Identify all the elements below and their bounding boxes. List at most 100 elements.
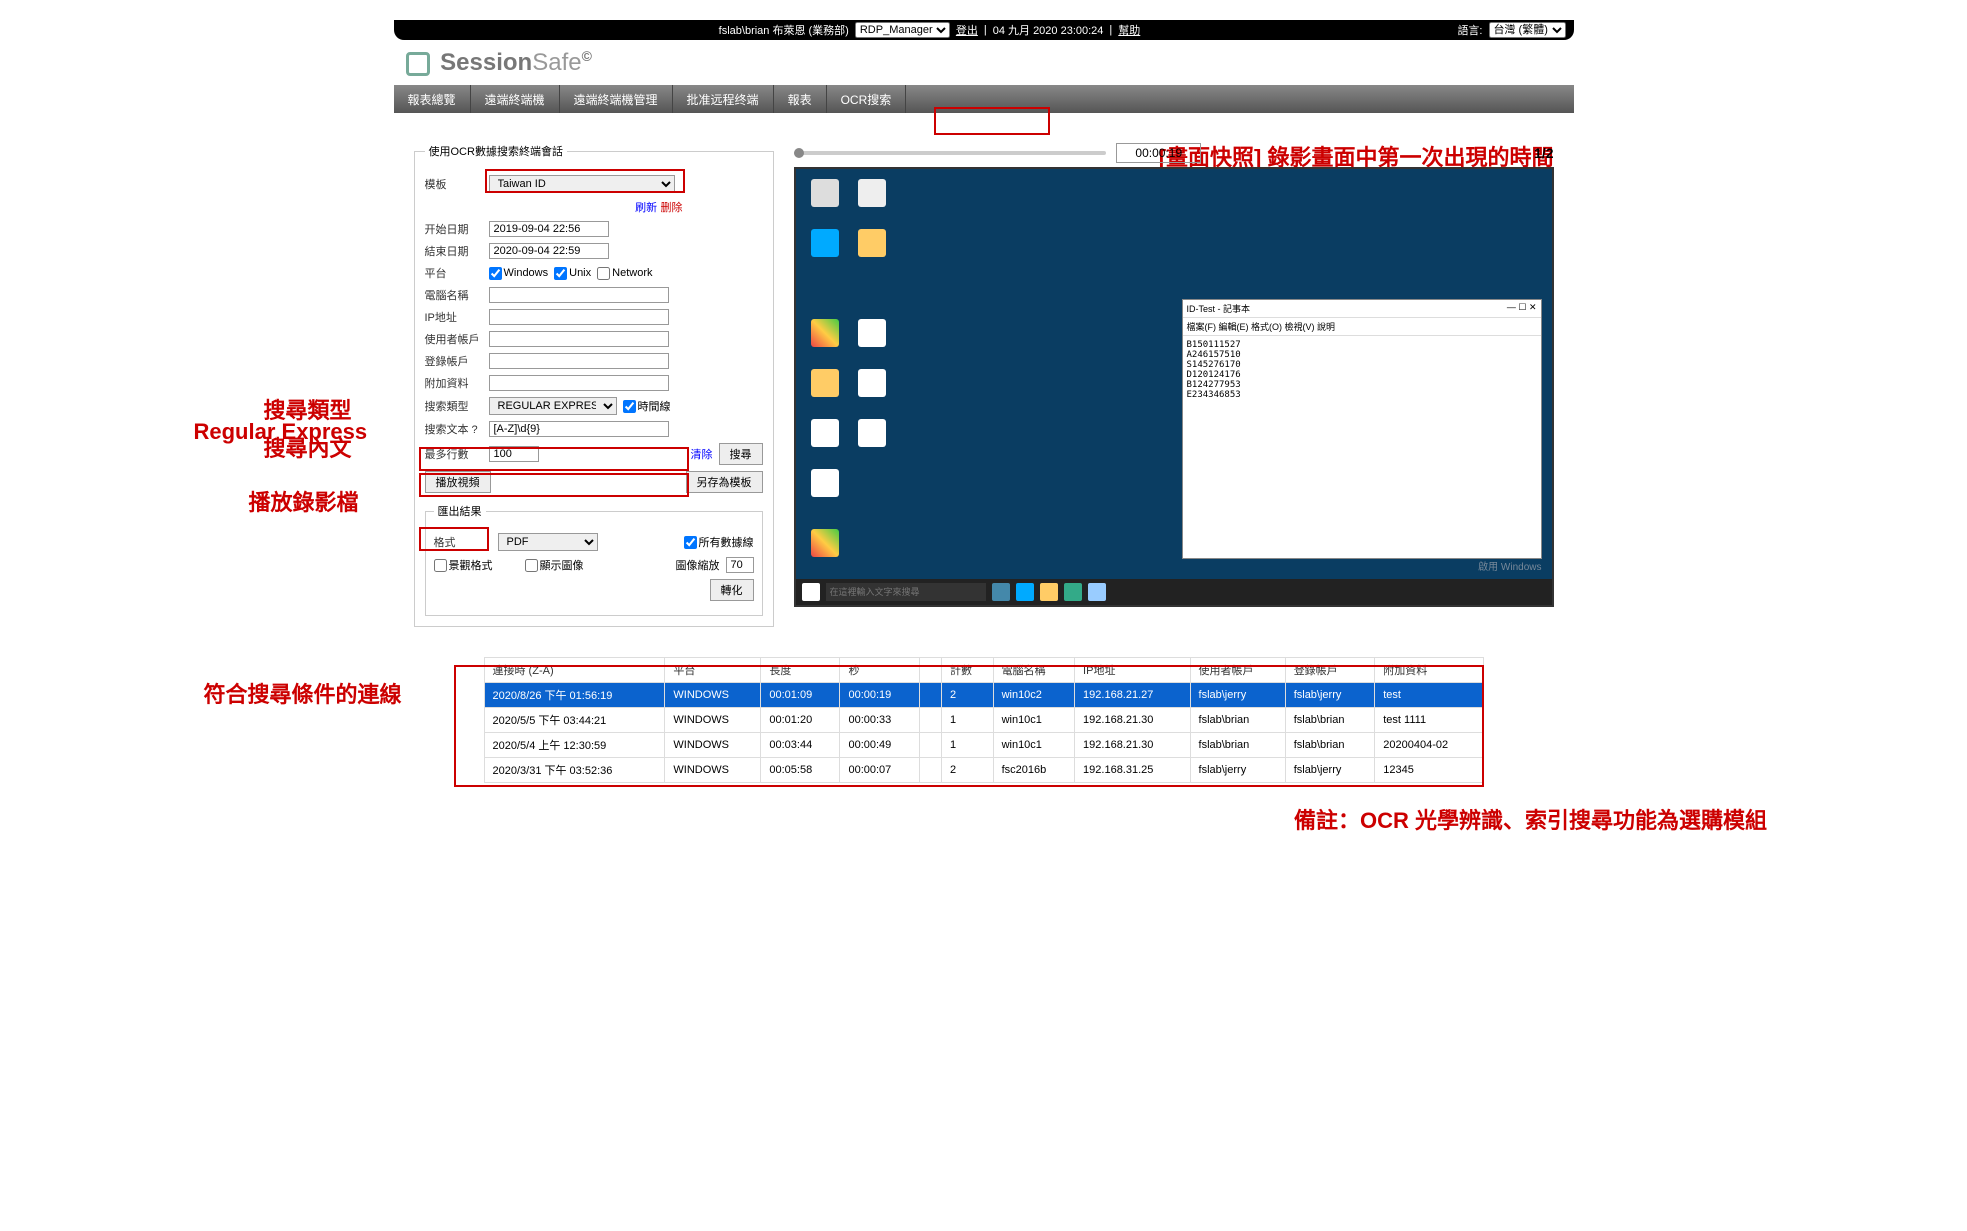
table-row[interactable]: 2020/3/31 下午 03:52:36WINDOWS00:05:5800:0… (484, 758, 1483, 783)
imgscale-label: 圖像縮放 (676, 557, 720, 573)
table-cell: win10c1 (993, 708, 1074, 733)
recyclebin-icon (811, 179, 839, 207)
login-label: 登錄帳戶 (425, 353, 483, 369)
export-panel: 匯出結果 格式 PDF 所有數據線 景觀格式 顯示圖像 圖像縮放 轉化 (425, 503, 763, 616)
delete-link[interactable]: 删除 (661, 202, 683, 214)
imgscale-input[interactable] (726, 557, 754, 573)
taskview-icon[interactable] (992, 583, 1010, 601)
chrome2-icon (811, 529, 839, 557)
slider-thumb[interactable] (794, 148, 804, 158)
text3-icon (811, 419, 839, 447)
table-cell: 00:00:49 (840, 733, 919, 758)
user-identity: fslab\brian 布萊恩 (業務部) (719, 22, 849, 38)
explorer-task-icon[interactable] (1040, 583, 1058, 601)
menu-terminal-mgmt[interactable]: 遠端終端機管理 (560, 85, 673, 113)
table-cell: fslab\jerry (1190, 683, 1285, 708)
notepad-task-icon[interactable] (1088, 583, 1106, 601)
format-label: 格式 (434, 534, 492, 550)
end-date-input[interactable] (489, 243, 609, 259)
attach-input[interactable] (489, 375, 669, 391)
menubar: 報表總覽 遠端終端機 遠端終端機管理 批准远程终端 報表 OCR搜索 (394, 85, 1574, 113)
clear-link[interactable]: 清除 (691, 446, 713, 462)
play-video-button[interactable]: 播放視頻 (425, 471, 491, 493)
timeline-slider[interactable] (794, 151, 1107, 155)
menu-approve[interactable]: 批准远程终端 (673, 85, 774, 113)
logout-link[interactable]: 登出 (956, 22, 978, 38)
start-icon[interactable] (802, 583, 820, 601)
showimg-chk[interactable] (525, 559, 538, 572)
annotation-searchtext: 搜尋內文 (264, 431, 352, 463)
th-attach[interactable]: 附加資料 (1375, 658, 1483, 683)
th-conntime[interactable]: 連接時 (Z-A) (484, 658, 665, 683)
menu-report[interactable]: 報表 (774, 85, 827, 113)
th-count[interactable]: 計數 (942, 658, 994, 683)
taskbar-search[interactable] (826, 583, 986, 601)
table-cell: 20200404-02 (1375, 733, 1483, 758)
table-cell: 12345 (1375, 758, 1483, 783)
platform-unix-chk[interactable] (554, 267, 567, 280)
table-cell: fslab\jerry (1285, 683, 1375, 708)
video-panel: 00:00:19 1/2 ID-Test (794, 143, 1554, 627)
watermark: 啟用 Windows (1478, 558, 1541, 573)
store-task-icon[interactable] (1064, 583, 1082, 601)
th-login[interactable]: 登錄帳戶 (1285, 658, 1375, 683)
logo-row: SessionSafe© (394, 40, 1574, 85)
edge-task-icon[interactable] (1016, 583, 1034, 601)
table-cell: WINDOWS (665, 683, 761, 708)
th-computer[interactable]: 電腦名稱 (993, 658, 1074, 683)
th-user[interactable]: 使用者帳戶 (1190, 658, 1285, 683)
table-cell: 00:01:20 (761, 708, 840, 733)
start-date-input[interactable] (489, 221, 609, 237)
timestamp: 00:00:19 (1116, 143, 1201, 163)
template-select[interactable]: Taiwan ID (489, 175, 675, 193)
search-button[interactable]: 搜尋 (719, 443, 763, 465)
table-cell: fslab\jerry (1190, 758, 1285, 783)
allsessions-chk[interactable] (684, 536, 697, 549)
computer-input[interactable] (489, 287, 669, 303)
table-row[interactable]: 2020/8/26 下午 01:56:19WINDOWS00:01:0900:0… (484, 683, 1483, 708)
menu-terminal[interactable]: 遠端終端機 (471, 85, 560, 113)
table-cell (919, 708, 941, 733)
th-platform[interactable]: 平台 (665, 658, 761, 683)
platform-windows-chk[interactable] (489, 267, 502, 280)
user-input[interactable] (489, 331, 669, 347)
file-icon (858, 179, 886, 207)
platform-label: 平台 (425, 265, 483, 281)
table-row[interactable]: 2020/5/4 上午 12:30:59WINDOWS00:03:4400:00… (484, 733, 1483, 758)
logo: SessionSafe© (406, 49, 592, 76)
table-cell: 00:01:09 (761, 683, 840, 708)
th-seconds[interactable]: 秒 (840, 658, 919, 683)
role-select[interactable]: RDP_Manager (855, 22, 950, 38)
saveas-template-button[interactable]: 另存為模板 (686, 471, 763, 493)
maxrows-label: 最多行數 (425, 446, 483, 462)
table-header-row: 連接時 (Z-A) 平台 長度 秒 計數 電腦名稱 IP地址 使用者帳戶 登錄帳… (484, 658, 1483, 683)
th-ip[interactable]: IP地址 (1075, 658, 1190, 683)
lang-select[interactable]: 台灣 (繁體) (1489, 22, 1566, 38)
table-cell: fslab\brian (1190, 708, 1285, 733)
login-input[interactable] (489, 353, 669, 369)
table-cell: 2 (942, 758, 994, 783)
refresh-link[interactable]: 刷新 (635, 202, 657, 214)
convert-button[interactable]: 轉化 (710, 579, 754, 601)
searchtype-select[interactable]: REGULAR EXPRESS. (489, 397, 617, 415)
menu-reports[interactable]: 報表總覽 (394, 85, 471, 113)
searchtext-input[interactable] (489, 421, 669, 437)
maxrows-input[interactable] (489, 446, 539, 462)
table-cell: 00:00:19 (840, 683, 919, 708)
ip-input[interactable] (489, 309, 669, 325)
th-length[interactable]: 長度 (761, 658, 840, 683)
landscape-chk[interactable] (434, 559, 447, 572)
annotation-play: 播放錄影檔 (249, 485, 359, 517)
platform-network-chk[interactable] (597, 267, 610, 280)
help-link[interactable]: 幫助 (1118, 22, 1140, 38)
th-blank[interactable] (919, 658, 941, 683)
notepad-window: ID-Test - 記事本 — ☐ ✕ 檔案(F) 編輯(E) 格式(O) 檢視… (1182, 299, 1542, 559)
table-row[interactable]: 2020/5/5 下午 03:44:21WINDOWS00:01:2000:00… (484, 708, 1483, 733)
topbar: fslab\brian 布萊恩 (業務部) RDP_Manager 登出 | 0… (394, 20, 1574, 40)
menu-ocr[interactable]: OCR搜索 (827, 85, 907, 113)
table-cell: WINDOWS (665, 733, 761, 758)
timeline-chk[interactable] (623, 400, 636, 413)
attach-label: 附加資料 (425, 375, 483, 391)
table-cell: fsc2016b (993, 758, 1074, 783)
format-select[interactable]: PDF (498, 533, 598, 551)
